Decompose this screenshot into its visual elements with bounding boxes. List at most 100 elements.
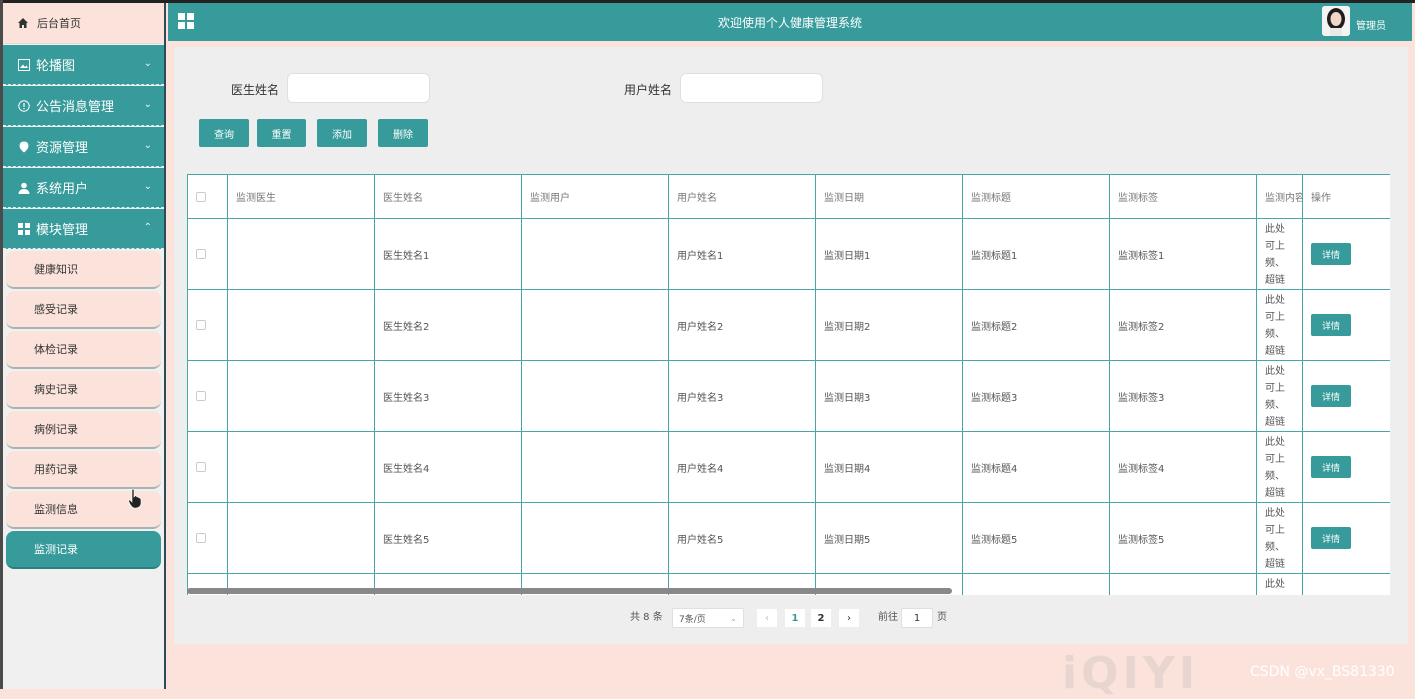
cell-user [521, 502, 669, 574]
cell-date: 监测日期3 [815, 360, 963, 432]
row-checkbox[interactable] [196, 249, 206, 259]
delete-button[interactable]: 删除 [378, 119, 428, 147]
cell-doctor-name: 医生姓名4 [374, 431, 522, 503]
iqiyi-watermark: iQIYI [1062, 648, 1200, 699]
detail-button[interactable]: 详情 [1311, 314, 1351, 336]
user-avatar-image [1322, 6, 1350, 36]
detail-button[interactable]: 详情 [1311, 243, 1351, 265]
doctor-name-input[interactable] [287, 73, 430, 103]
page-number-2[interactable]: 2 [810, 608, 832, 628]
reset-button[interactable]: 重置 [257, 119, 306, 147]
sidebar-menu-info[interactable]: 公告消息管理 ⌄ [3, 86, 164, 126]
column-header: 监测日期 [815, 174, 963, 219]
sidebar-menu-grid[interactable]: 模块管理 ⌃ [3, 209, 164, 249]
data-table: 监测医生 医生姓名 监测用户 用户姓名 监测日期 监测标题 监测标签 监测内容 … [187, 174, 1390, 595]
row-checkbox[interactable] [196, 462, 206, 472]
row-select-cell[interactable] [187, 289, 228, 361]
cell-tag: 监测标签5 [1109, 502, 1257, 574]
cell-user-name: 用户姓名1 [668, 218, 816, 290]
table-header-row: 监测医生 医生姓名 监测用户 用户姓名 监测日期 监测标题 监测标签 监测内容 … [187, 174, 1390, 219]
page-size-value: 7条/页 [679, 614, 706, 625]
cell-content: 此处可上 频、超链 [1256, 218, 1303, 290]
cell-date: 监测日期1 [815, 218, 963, 290]
row-checkbox[interactable] [196, 533, 206, 543]
detail-button[interactable]: 详情 [1311, 385, 1351, 407]
row-select-cell[interactable] [187, 431, 228, 503]
sidebar-home-label: 后台首页 [37, 17, 81, 30]
sidebar-menu-label: 模块管理 [36, 223, 89, 238]
row-select-cell[interactable] [187, 360, 228, 432]
top-header: 欢迎使用个人健康管理系统 管理员 [168, 3, 1412, 41]
row-select-cell[interactable] [187, 218, 228, 290]
next-page-button[interactable]: › [838, 608, 860, 628]
user-name-input[interactable] [680, 73, 823, 103]
page-title: 欢迎使用个人健康管理系统 [717, 16, 862, 30]
home-icon [18, 18, 28, 28]
sidebar-subitem[interactable]: 用药记录 [6, 451, 161, 489]
cell-title: 监测标题3 [962, 360, 1110, 432]
add-button[interactable]: 添加 [317, 119, 367, 147]
sidebar-subitem[interactable]: 病例记录 [6, 411, 161, 449]
total-count: 共 8 条 [630, 612, 663, 623]
sidebar-menu-user[interactable]: 系统用户 ⌄ [3, 168, 164, 208]
table-row: 医生姓名5 用户姓名5 监测日期5 监测标题5 监测标签5 此处可上 频、超链 详情 [187, 502, 1390, 574]
table-row: 医生姓名2 用户姓名2 监测日期2 监测标题2 监测标签2 此处可上 频、超链 详情 [187, 289, 1390, 361]
goto-page-input[interactable]: 1 [901, 608, 933, 628]
sidebar-menu-image[interactable]: 轮播图 ⌄ [3, 45, 164, 85]
detail-button[interactable]: 详情 [1311, 527, 1351, 549]
cell-doctor [227, 218, 375, 290]
cell-date: 监测日期4 [815, 431, 963, 503]
chevron-down-icon: ⌄ [143, 181, 152, 192]
cell-actions: 详情 [1302, 218, 1390, 290]
prev-page-button[interactable]: ‹ [756, 608, 778, 628]
cell-content: 此处可上 频、超链 [1256, 360, 1303, 432]
page-number-1[interactable]: 1 [784, 608, 806, 628]
sidebar-subitem[interactable]: 体检记录 [6, 331, 161, 369]
select-all-checkbox[interactable] [196, 191, 206, 202]
cell-doctor-name: 医生姓名3 [374, 360, 522, 432]
select-all-cell[interactable] [187, 174, 228, 219]
cell-content: 此处可上 频、超链 [1256, 573, 1303, 595]
cell-content: 此处可上 频、超链 [1256, 502, 1303, 574]
cell-doctor-name: 医生姓名1 [374, 218, 522, 290]
user-icon [17, 181, 30, 194]
column-header: 监测标签 [1109, 174, 1257, 219]
row-select-cell[interactable] [187, 502, 228, 574]
info-icon [17, 99, 30, 112]
cell-user [521, 218, 669, 290]
location-icon [17, 140, 30, 153]
cell-date: 监测日期2 [815, 289, 963, 361]
image-icon [17, 58, 30, 71]
cell-doctor [227, 502, 375, 574]
table-row: 医生姓名4 用户姓名4 监测日期4 监测标题4 监测标签4 此处可上 频、超链 详情 [187, 431, 1390, 503]
sidebar-subitem[interactable]: 监测记录 [6, 531, 161, 569]
cell-user-name: 用户姓名4 [668, 431, 816, 503]
table-body: 医生姓名1 用户姓名1 监测日期1 监测标题1 监测标签1 此处可上 频、超链 详情 医生姓名… [187, 218, 1390, 595]
column-header: 操作 [1302, 174, 1390, 219]
sidebar-subitem[interactable]: 健康知识 [6, 251, 161, 289]
cell-doctor [227, 289, 375, 361]
cell-title: 监测标题4 [962, 431, 1110, 503]
query-button[interactable]: 查询 [199, 119, 249, 147]
sidebar-menu-label: 资源管理 [36, 141, 89, 156]
chevron-down-icon: ⌄ [730, 613, 737, 623]
cell-tag: 监测标签3 [1109, 360, 1257, 432]
table-horizontal-scrollbar[interactable] [187, 588, 952, 594]
page-size-select[interactable]: 7条/页 ⌄ [672, 608, 744, 628]
user-name[interactable]: 管理员 [1356, 17, 1386, 32]
chevron-up-icon: ⌃ [143, 222, 152, 233]
column-header: 医生姓名 [374, 174, 522, 219]
chevron-down-icon: ⌄ [143, 58, 152, 69]
row-checkbox[interactable] [196, 320, 206, 330]
sidebar-menu-location[interactable]: 资源管理 ⌄ [3, 127, 164, 167]
cell-content: 此处可上 频、超链 [1256, 289, 1303, 361]
sidebar-subitem[interactable]: 病史记录 [6, 371, 161, 409]
detail-button[interactable]: 详情 [1311, 456, 1351, 478]
avatar[interactable] [1322, 6, 1350, 36]
cell-user-name: 用户姓名2 [668, 289, 816, 361]
sidebar-menu-label: 轮播图 [36, 59, 76, 74]
row-checkbox[interactable] [196, 391, 206, 401]
goto-prefix: 前往 [878, 612, 898, 623]
sidebar-subitem[interactable]: 感受记录 [6, 291, 161, 329]
sidebar-home[interactable]: 后台首页 [3, 3, 164, 44]
